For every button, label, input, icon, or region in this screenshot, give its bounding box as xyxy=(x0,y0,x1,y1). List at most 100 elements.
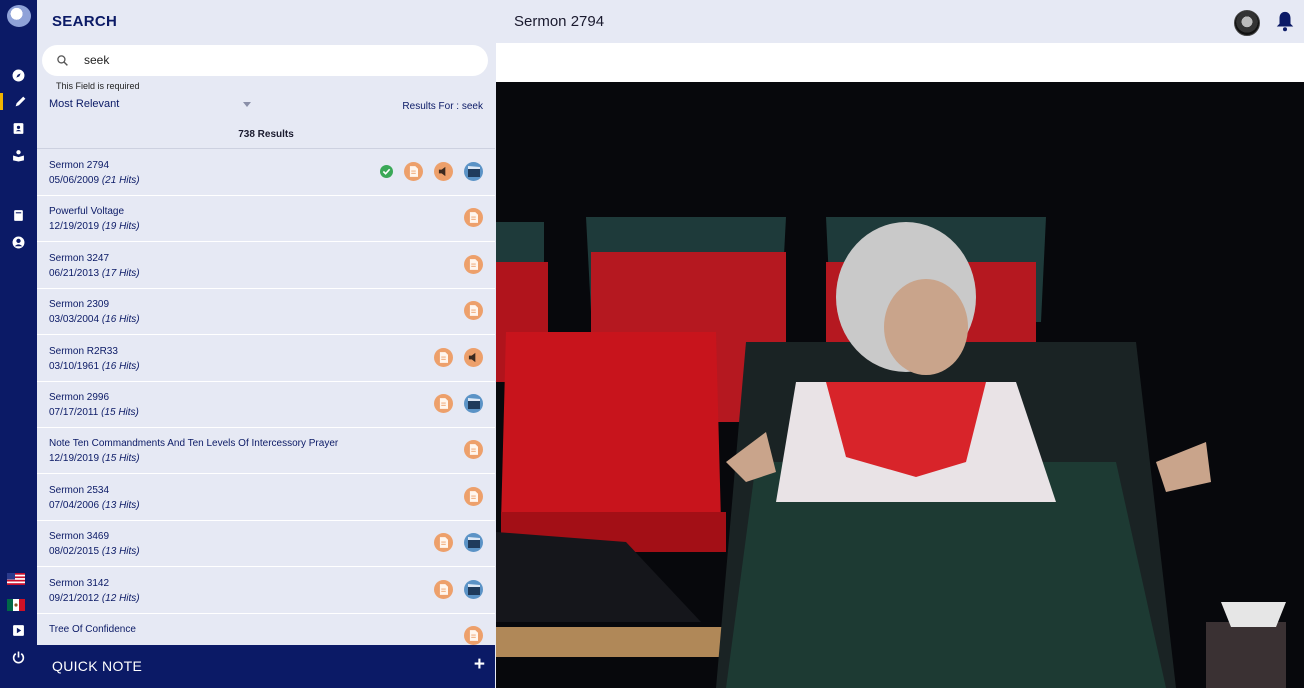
audio-icon[interactable] xyxy=(434,162,453,181)
result-hits: (16 Hits) xyxy=(101,360,140,372)
result-row[interactable]: Tree Of Confidence xyxy=(37,614,495,645)
sort-select-value: Most Relevant xyxy=(49,98,120,110)
result-date-value: 05/06/2009 xyxy=(49,175,100,186)
reader-icon[interactable] xyxy=(10,147,27,164)
result-date-value: 03/03/2004 xyxy=(49,314,100,326)
result-date: 09/21/2012 (12 Hits) xyxy=(49,593,140,604)
result-title[interactable]: Sermon 2534 xyxy=(49,485,109,496)
result-date-value: 06/21/2013 xyxy=(49,267,100,279)
search-panel: This Field is required Most Relevant Res… xyxy=(37,43,495,645)
top-bar: SEARCH Sermon 2794 xyxy=(37,0,1304,43)
document-icon[interactable] xyxy=(464,208,483,228)
result-row[interactable]: Note Ten Commandments And Ten Levels Of … xyxy=(37,428,495,475)
result-row[interactable]: Sermon 3247 06/21/2013 (17 Hits) xyxy=(37,243,495,289)
result-hits: (15 Hits) xyxy=(101,407,139,418)
document-icon[interactable] xyxy=(464,486,483,506)
section-title: SEARCH xyxy=(52,13,118,30)
result-date: 03/03/2004 (16 Hits) xyxy=(49,314,140,325)
flag-us-icon[interactable] xyxy=(7,572,25,585)
result-row[interactable]: Sermon 2996 07/17/2011 (15 Hits) xyxy=(37,382,495,428)
video-icon[interactable] xyxy=(464,162,483,181)
result-date: 12/19/2019 (15 Hits) xyxy=(49,453,140,464)
audio-icon[interactable] xyxy=(464,347,483,367)
compass-icon[interactable] xyxy=(10,67,27,84)
document-icon[interactable] xyxy=(434,579,453,599)
results-for-label: Results For : seek xyxy=(402,101,483,112)
page-title: Sermon 2794 xyxy=(514,13,605,30)
video-player[interactable] xyxy=(496,82,1304,688)
result-title[interactable]: Sermon 2309 xyxy=(49,299,109,310)
result-title[interactable]: Sermon R2R33 xyxy=(49,346,118,357)
result-title[interactable]: Note Ten Commandments And Ten Levels Of … xyxy=(49,438,338,449)
result-row[interactable]: Sermon 2309 03/03/2004 (16 Hits) xyxy=(37,289,495,336)
result-row[interactable]: Sermon R2R33 03/10/1961 (16 Hits) xyxy=(37,336,495,382)
globe-logo-icon[interactable] xyxy=(7,5,31,27)
play-box-icon[interactable] xyxy=(10,622,27,639)
video-header-strip xyxy=(496,43,1304,82)
video-icon[interactable] xyxy=(464,394,483,413)
result-hits: (15 Hits) xyxy=(101,453,140,465)
nav-rail xyxy=(0,0,37,688)
document-icon[interactable] xyxy=(434,394,453,413)
flag-mx-icon[interactable] xyxy=(7,598,25,611)
avatar[interactable] xyxy=(1234,10,1260,36)
chevron-down-icon xyxy=(243,102,251,107)
document-icon[interactable] xyxy=(464,301,483,321)
document-icon[interactable] xyxy=(404,162,423,181)
result-hits: (17 Hits) xyxy=(101,267,140,279)
result-date-value: 08/02/2015 xyxy=(49,546,100,558)
video-frame xyxy=(496,82,1304,688)
search-input[interactable] xyxy=(82,52,466,68)
document-icon[interactable] xyxy=(464,254,483,274)
result-title[interactable]: Powerful Voltage xyxy=(49,206,124,217)
result-date: 12/19/2019 (19 Hits) xyxy=(49,221,140,232)
result-row[interactable]: Sermon 3469 08/02/2015 (13 Hits) xyxy=(37,521,495,568)
result-hits: (13 Hits) xyxy=(101,499,140,511)
result-row[interactable]: Sermon 3142 09/21/2012 (12 Hits) xyxy=(37,568,495,614)
add-note-button[interactable]: + xyxy=(474,654,485,676)
account-icon[interactable] xyxy=(10,234,27,251)
result-date: 07/04/2006 (13 Hits) xyxy=(49,500,140,511)
field-helper-text: This Field is required xyxy=(56,81,140,91)
quick-note-bar[interactable]: QUICK NOTE + xyxy=(37,645,495,688)
result-title[interactable]: Sermon 2996 xyxy=(49,392,109,403)
result-row[interactable]: Powerful Voltage 12/19/2019 (19 Hits) xyxy=(37,196,495,243)
document-icon[interactable] xyxy=(434,347,453,367)
result-count: 738 Results xyxy=(238,129,294,140)
result-date-value: 03/10/1961 xyxy=(49,360,100,372)
result-date: 08/02/2015 (13 Hits) xyxy=(49,546,140,557)
sort-select[interactable]: Most Relevant xyxy=(49,98,251,114)
contact-book-icon[interactable] xyxy=(10,120,27,137)
result-date-value: 07/04/2006 xyxy=(49,499,100,511)
result-title[interactable]: Sermon 3247 xyxy=(49,253,109,264)
search-box[interactable] xyxy=(42,45,488,76)
result-date: 03/10/1961 (16 Hits) xyxy=(49,361,140,372)
pen-icon[interactable] xyxy=(0,93,37,110)
book-icon[interactable] xyxy=(10,207,27,224)
power-icon[interactable] xyxy=(10,649,27,666)
result-date: 05/06/2009 (21 Hits) xyxy=(49,175,140,186)
result-row[interactable]: Sermon 2794 05/06/2009 (21 Hits) xyxy=(37,150,495,196)
result-date-value: 07/17/2011 xyxy=(49,407,99,418)
bell-icon[interactable] xyxy=(1274,10,1296,32)
divider xyxy=(37,148,495,149)
document-icon[interactable] xyxy=(464,440,483,460)
result-title[interactable]: Tree Of Confidence xyxy=(49,624,136,635)
result-hits: (21 Hits) xyxy=(101,175,140,186)
result-row[interactable]: Sermon 2534 07/04/2006 (13 Hits) xyxy=(37,475,495,521)
video-icon[interactable] xyxy=(464,579,483,599)
result-title[interactable]: Sermon 2794 xyxy=(49,160,109,171)
result-title[interactable]: Sermon 3469 xyxy=(49,531,109,542)
video-icon[interactable] xyxy=(464,533,483,553)
check-icon[interactable] xyxy=(380,165,393,178)
quick-note-label: QUICK NOTE xyxy=(52,658,143,674)
result-hits: (13 Hits) xyxy=(101,546,140,558)
document-icon[interactable] xyxy=(464,626,483,645)
result-title[interactable]: Sermon 3142 xyxy=(49,578,109,589)
result-hits: (12 Hits) xyxy=(101,592,140,604)
document-icon[interactable] xyxy=(434,533,453,553)
result-hits: (19 Hits) xyxy=(101,221,140,233)
result-date-value: 12/19/2019 xyxy=(49,453,100,465)
search-icon xyxy=(57,55,68,66)
result-date-value: 12/19/2019 xyxy=(49,221,100,233)
